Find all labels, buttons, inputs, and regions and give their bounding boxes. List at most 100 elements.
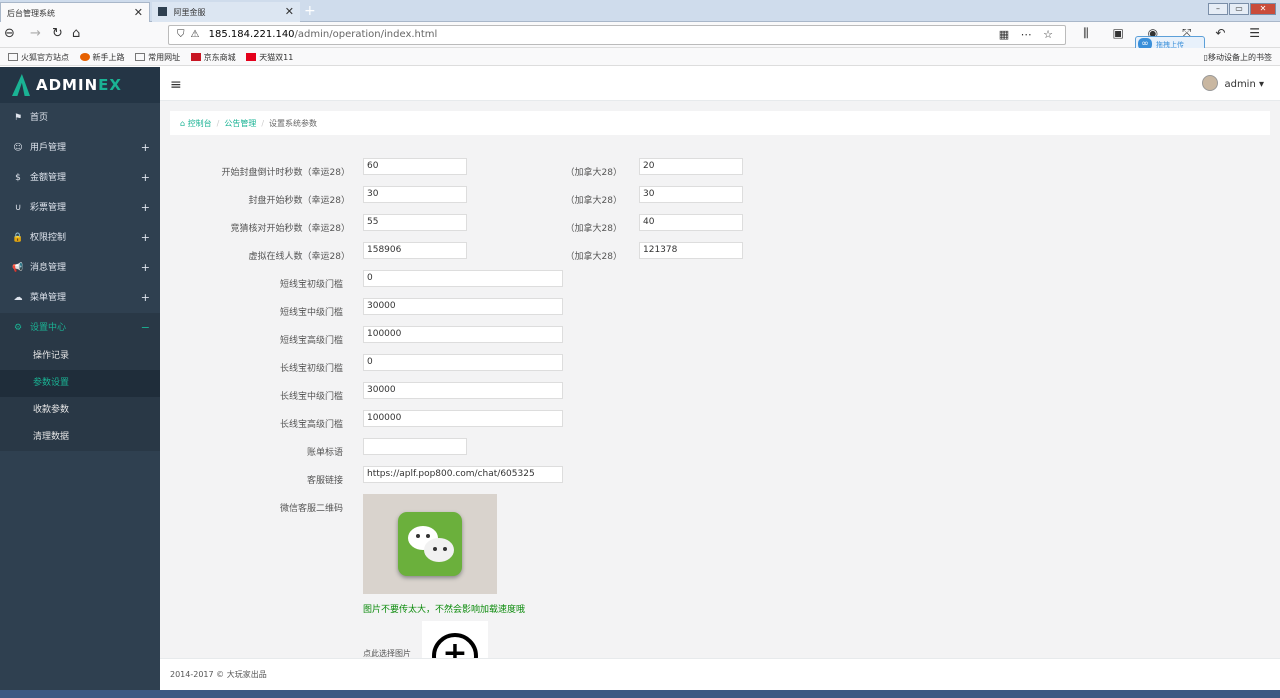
sidebar-item-label: 权限控制 [30,233,67,243]
bubble-dot [433,547,437,551]
user-name: admin ▾ [1224,79,1264,90]
breadcrumb-notices[interactable]: 公告管理 [224,119,256,128]
copyright: 2014-2017 © 大玩家出品 [170,670,267,679]
tab-admin-label: 后台管理系统 [7,9,55,18]
sidebar-item-users[interactable]: ☺ 用戶管理 + [0,133,160,163]
bookmark-label: 火狐官方站点 [21,53,69,62]
user-menu[interactable]: admin ▾ [1202,75,1264,91]
brand-logo[interactable]: ADMINEX [0,67,160,103]
browser-tab-bar: 后台管理系统 ✕ 阿里金服 ✕ + – ▭ ✕ [0,0,1280,22]
app-topbar: ≡ admin ▾ [160,67,1280,101]
sidebar-subitem-params[interactable]: 参数设置 [0,370,160,397]
bubble-dot [426,534,430,538]
insecure-lock-icon[interactable]: ⚠ [191,29,200,40]
sidebar-item-messages[interactable]: 📢 消息管理 + [0,253,160,283]
tab-ali[interactable]: 阿里金服 ✕ [152,2,300,22]
back-icon[interactable]: ⊖ [4,26,15,41]
long-tier2-input[interactable]: 30000 [363,382,563,399]
upload-label: 点此选择图片 [363,649,411,658]
bookmark-item[interactable]: 京东商城 [190,52,236,63]
mobile-bookmarks-label: 移动设备上的书签 [1208,53,1272,62]
canada-label: （加拿大28） [565,168,622,178]
short-tier2-input[interactable]: 30000 [363,298,563,315]
service-link-input[interactable]: https://aplf.pop800.com/chat/605325 [363,466,563,483]
lock-icon: 🔒 [12,233,24,243]
home-icon: ⌂ [180,119,188,128]
sidebar-item-label: 首页 [30,113,49,123]
firefox-icon [79,53,90,61]
canada-close-seconds-input[interactable]: 30 [639,186,743,203]
window-close-button[interactable]: ✕ [1250,3,1276,15]
countdown-input[interactable]: 60 [363,158,467,175]
upload-button[interactable]: + [422,621,488,658]
avatar [1202,75,1219,91]
shield-icon[interactable]: ⛉ [177,29,185,40]
forward-icon[interactable]: → [30,26,41,41]
canada-label: （加拿大28） [565,224,622,234]
home-icon[interactable]: ⌂ [72,26,80,41]
breadcrumb-home-label: 控制台 [187,119,212,128]
sidebar-subitem-cleanup[interactable]: 清理数据 [0,424,160,451]
magnet-icon: ∪ [14,203,22,213]
window-controls: – ▭ ✕ [1207,3,1276,15]
bookmark-item[interactable]: 天猫双11 [246,52,293,63]
address-bar[interactable]: ⛉ ⚠ 185.184.221.140/admin/operation/index… [168,25,1066,45]
dollar-icon: $ [15,173,21,183]
sidebar-item-label: 用戶管理 [30,143,67,153]
sidebar-item-settings[interactable]: ⚙ 设置中心 − [0,313,160,343]
field-label: 竞猜核对开始秒数（幸运28） [230,224,350,234]
bookmark-item[interactable]: 火狐官方站点 [8,52,69,63]
bookmark-label: 天猫双11 [259,53,294,62]
breadcrumb-current: 设置系统参数 [269,119,318,128]
tmall-icon [246,53,257,61]
sidebar-item-menus[interactable]: ☁ 菜单管理 + [0,283,160,313]
reload-icon[interactable]: ↻ [52,26,63,41]
bookmarks-bar: 火狐官方站点 新手上路 常用网址 京东商城 天猫双11 ▯移动设备上的书签 [0,48,1280,66]
long-tier3-input[interactable]: 100000 [363,410,563,427]
maximize-button[interactable]: ▭ [1229,3,1249,15]
sidebar-item-label: 金额管理 [30,173,67,183]
sidebar-item-permissions[interactable]: 🔒 权限控制 + [0,223,160,253]
close-seconds-input[interactable]: 30 [363,186,467,203]
bill-slogan-input[interactable] [363,438,467,455]
sidebar-subitem-payment[interactable]: 收款参数 [0,397,160,424]
breadcrumb-home[interactable]: ⌂ 控制台 [180,119,212,128]
canada-countdown-input[interactable]: 20 [639,158,743,175]
field-label: 长线宝初级门槛 [279,364,343,374]
url-path: /admin/operation/index.html [294,29,438,40]
smile-icon: ☺ [13,143,23,153]
check-seconds-input[interactable]: 55 [363,214,467,231]
folder-icon [135,53,146,61]
close-tab-icon[interactable]: ✕ [285,5,294,18]
bookmark-item[interactable]: 新手上路 [79,52,125,63]
tab-ali-label: 阿里金服 [173,8,206,17]
field-label: 短线宝中级门槛 [279,308,343,318]
sidebar-subitem-logs[interactable]: 操作记录 [0,343,160,370]
chat-bubble [424,538,454,562]
minimize-button[interactable]: – [1208,3,1228,15]
short-tier3-input[interactable]: 100000 [363,326,563,343]
field-label: 封盘开始秒数（幸运28） [248,196,350,206]
page-actions-icon[interactable]: ▦ ⋯ ☆ [999,28,1057,41]
bookmark-item[interactable]: 常用网址 [135,52,180,63]
sidebar-item-money[interactable]: $ 金额管理 + [0,163,160,193]
mobile-bookmarks[interactable]: ▯移动设备上的书签 [1204,52,1272,63]
canada-online-users-input[interactable]: 121378 [639,242,743,259]
canada-check-seconds-input[interactable]: 40 [639,214,743,231]
short-tier1-input[interactable]: 0 [363,270,563,287]
new-tab-button[interactable]: + [304,3,316,19]
hamburger-icon[interactable]: ≡ [170,77,182,93]
bookmark-label: 常用网址 [148,53,181,62]
canada-label: （加拿大28） [565,252,622,262]
sidebar: ADMINEX ⚑ 首页 ☺ 用戶管理 + $ 金额管理 + ∪ 彩票管理 + 🔒 权限控制 + … [0,67,160,690]
online-users-input[interactable]: 158906 [363,242,467,259]
long-tier1-input[interactable]: 0 [363,354,563,371]
field-label: 微信客服二维码 [279,504,343,514]
field-label: 账单标语 [306,448,343,458]
close-tab-icon[interactable]: ✕ [134,6,143,19]
bookmark-label: 新手上路 [92,53,125,62]
field-label: 长线宝中级门槛 [279,392,343,402]
sidebar-item-home[interactable]: ⚑ 首页 [0,103,160,133]
tab-admin[interactable]: 后台管理系统 ✕ [0,2,150,22]
sidebar-item-lottery[interactable]: ∪ 彩票管理 + [0,193,160,223]
